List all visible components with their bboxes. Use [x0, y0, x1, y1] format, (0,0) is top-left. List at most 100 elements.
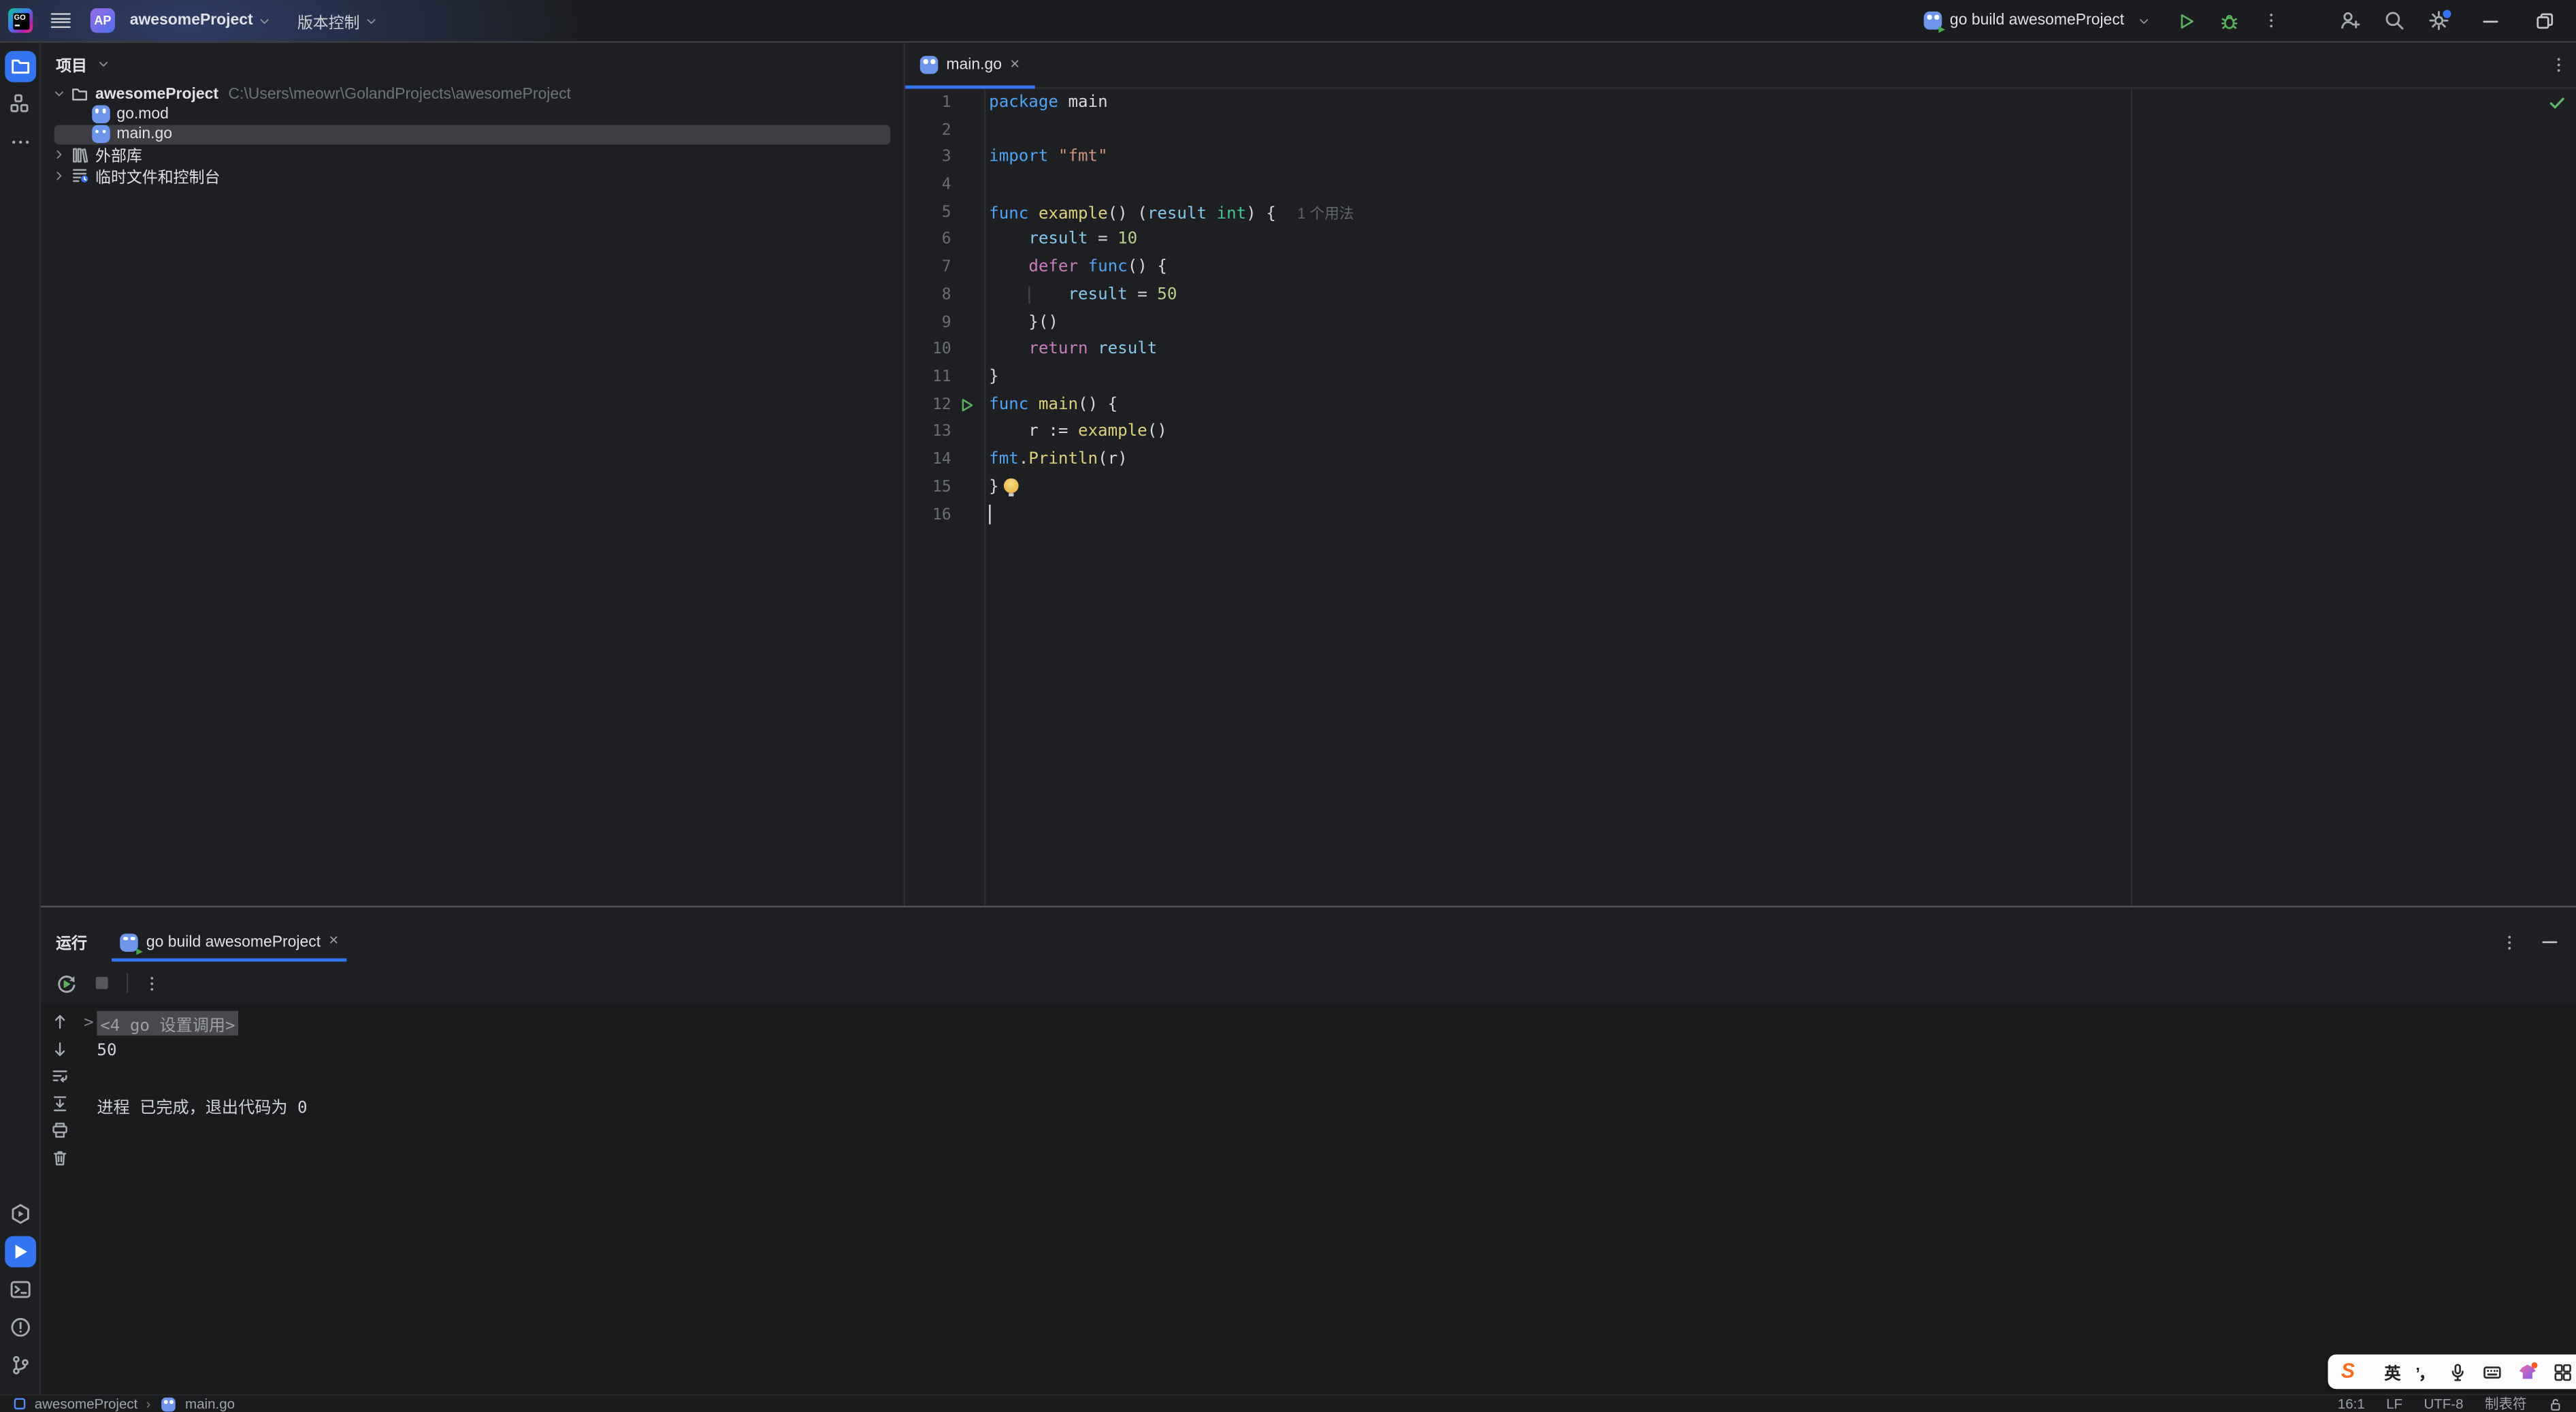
- project-avatar[interactable]: AP: [90, 8, 115, 33]
- toolbar-divider: [126, 973, 129, 993]
- text-caret: [989, 504, 992, 524]
- hide-tool-window-icon[interactable]: [2540, 932, 2560, 952]
- project-tool-button[interactable]: [4, 50, 35, 82]
- code-text: result = 50: [989, 286, 1177, 304]
- scroll-to-end-icon[interactable]: [50, 1094, 69, 1112]
- ime-language-toggle[interactable]: 英: [2384, 1360, 2400, 1384]
- code-line-10[interactable]: 10 return result: [905, 336, 2576, 364]
- code-line-9[interactable]: 9 }(): [905, 308, 2576, 336]
- code-area[interactable]: 1 package main 2 3 import "fmt" 4 5 func exampl…: [905, 89, 2576, 906]
- code-line-6[interactable]: 6 result = 10: [905, 226, 2576, 253]
- code-line-15[interactable]: 15}: [905, 474, 2576, 501]
- code-with-me-button[interactable]: [2339, 10, 2360, 31]
- breadcrumb-project[interactable]: awesomeProject: [35, 1396, 138, 1412]
- stop-button[interactable]: [92, 973, 112, 993]
- more-tool-windows-tool-button[interactable]: [4, 127, 35, 158]
- debug-button[interactable]: [2219, 11, 2239, 31]
- titlebar: GO AP awesomeProject 版本控制 go build aweso…: [0, 0, 2576, 42]
- vcs-label: 版本控制: [297, 14, 360, 33]
- clear-icon[interactable]: [50, 1148, 69, 1166]
- encoding-widget[interactable]: UTF-8: [2424, 1396, 2463, 1412]
- soft-wrap-icon[interactable]: [50, 1067, 69, 1085]
- inspections-ok-icon[interactable]: [2548, 94, 2566, 112]
- intention-bulb-icon[interactable]: [1003, 478, 1019, 496]
- run-tab-go-build[interactable]: go build awesomeProject ×: [112, 922, 347, 962]
- structure-tool-button[interactable]: [4, 89, 35, 120]
- code-line-5[interactable]: 5 func example() (result int) { 1 个用法: [905, 199, 2576, 226]
- sogou-logo-icon[interactable]: S: [2341, 1362, 2355, 1382]
- close-run-tab-icon[interactable]: ×: [329, 933, 338, 950]
- console-line-3[interactable]: [84, 1064, 2576, 1091]
- code-line-13[interactable]: 13 r := example(): [905, 419, 2576, 446]
- console-line-2[interactable]: 50: [84, 1037, 2576, 1064]
- ime-punctuation-toggle[interactable]: ’，: [2415, 1360, 2434, 1384]
- minimize-button[interactable]: [2481, 11, 2500, 31]
- code-line-1[interactable]: 1 package main: [905, 89, 2576, 116]
- problems-tool-button[interactable]: [4, 1312, 35, 1343]
- arrow-up-icon[interactable]: [50, 1012, 69, 1031]
- run-configuration-selector[interactable]: go build awesomeProject: [1923, 11, 2150, 33]
- settings-button[interactable]: [2428, 7, 2453, 31]
- chevron-right-icon[interactable]: [51, 169, 66, 182]
- project-widget[interactable]: awesomeProject: [125, 5, 276, 36]
- tree-item-label: main.go: [116, 125, 173, 144]
- tab-options-kebab-icon[interactable]: [2549, 56, 2568, 74]
- editor-tab-label: main.go: [946, 56, 1002, 74]
- chevron-down-icon: [97, 57, 110, 69]
- tree-item-go.mod[interactable]: go.mod: [41, 104, 903, 125]
- run-tool-button[interactable]: [4, 1236, 35, 1268]
- tree-item-main.go[interactable]: main.go: [41, 124, 903, 146]
- code-line-14[interactable]: 14 fmt.Println(r): [905, 446, 2576, 473]
- console-line-1[interactable]: > <4 go 设置调用>: [84, 1009, 2576, 1036]
- console-line-4[interactable]: 进程 已完成，退出代码为 0: [84, 1091, 2576, 1119]
- print-icon[interactable]: [50, 1121, 69, 1140]
- toolbox-grid-icon[interactable]: [2554, 1362, 2573, 1381]
- run-button[interactable]: [2176, 11, 2196, 31]
- version-control-tool-button[interactable]: [4, 1349, 35, 1381]
- folder-tree-icon: [69, 85, 88, 103]
- readonly-lock-icon[interactable]: [2548, 1396, 2563, 1411]
- tree-item-label: 外部库: [95, 148, 142, 167]
- tree-item-awesomeProject[interactable]: awesomeProject C:\Users\meowr\GolandProje…: [41, 84, 903, 104]
- run-toolbar-kebab-icon[interactable]: [143, 974, 161, 993]
- services-tool-button[interactable]: [4, 1198, 35, 1230]
- code-line-7[interactable]: 7 defer func() {: [905, 254, 2576, 281]
- run-console[interactable]: > <4 go 设置调用> 50 进程 已完成，退出代码为 0: [41, 1004, 2576, 1394]
- code-line-2[interactable]: 2: [905, 116, 2576, 144]
- code-text: }(): [989, 313, 1058, 332]
- terminal-tool-button[interactable]: [4, 1274, 35, 1305]
- restore-button[interactable]: [2535, 11, 2555, 31]
- chevron-right-icon[interactable]: [51, 148, 66, 161]
- arrow-down-icon[interactable]: [50, 1040, 69, 1058]
- run-panel-options-kebab-icon[interactable]: [2500, 933, 2519, 951]
- tree-item-临时文件和控制台[interactable]: 临时文件和控制台: [41, 165, 903, 187]
- main-menu-button[interactable]: [44, 5, 76, 36]
- code-line-11[interactable]: 11}: [905, 364, 2576, 391]
- line-separator-widget[interactable]: LF: [2386, 1396, 2402, 1412]
- rerun-button[interactable]: [56, 972, 77, 993]
- code-line-4[interactable]: 4: [905, 171, 2576, 198]
- search-everywhere-button[interactable]: [2384, 10, 2405, 31]
- run-gutter-icon[interactable]: [951, 396, 983, 414]
- indent-widget[interactable]: 制表符: [2485, 1394, 2527, 1412]
- code-line-3[interactable]: 3 import "fmt": [905, 144, 2576, 171]
- keyboard-icon[interactable]: [2483, 1362, 2502, 1381]
- code-line-8[interactable]: 8 result = 50: [905, 281, 2576, 308]
- editor-tab-bar: main.go ×: [905, 43, 2576, 89]
- line-number: 1: [941, 93, 951, 112]
- breadcrumb-file[interactable]: main.go: [185, 1396, 235, 1412]
- run-panel-title: 运行: [56, 935, 87, 954]
- project-panel-header[interactable]: 项目: [41, 43, 903, 84]
- skin-icon[interactable]: [2517, 1361, 2538, 1382]
- chevron-down-icon[interactable]: [51, 87, 66, 100]
- close-tab-icon[interactable]: ×: [1010, 56, 1020, 73]
- tree-item-外部库[interactable]: 外部库: [41, 145, 903, 167]
- fold-expand-icon[interactable]: >: [84, 1014, 97, 1032]
- code-line-16[interactable]: 16: [905, 501, 2576, 528]
- caret-position-widget[interactable]: 16:1: [2338, 1396, 2365, 1412]
- more-actions-button[interactable]: [2262, 12, 2281, 30]
- microphone-icon[interactable]: [2448, 1362, 2468, 1381]
- vcs-widget[interactable]: 版本控制: [293, 5, 383, 36]
- editor-tab-main-go[interactable]: main.go ×: [905, 43, 1034, 89]
- code-line-12[interactable]: 12 func main() {: [905, 391, 2576, 418]
